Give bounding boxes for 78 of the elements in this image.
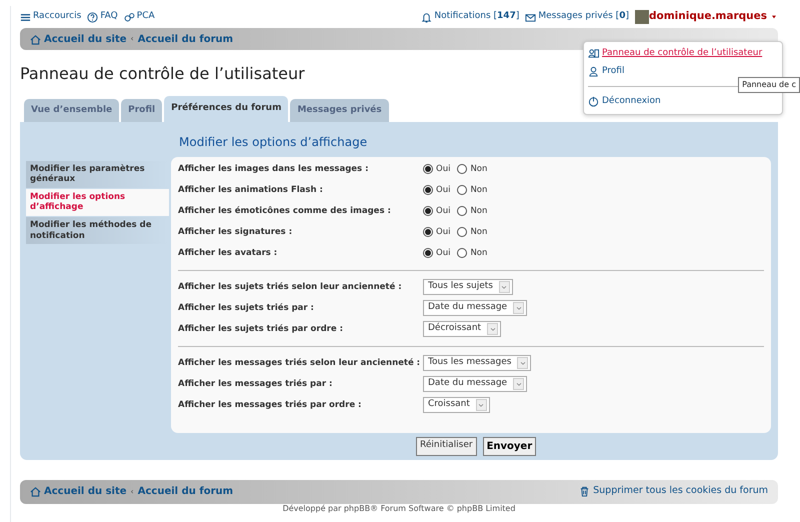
setting-label: Afficher les avatars :	[178, 248, 278, 258]
radio-button[interactable]	[457, 227, 468, 237]
header-link[interactable]: Raccourcis	[20, 10, 82, 24]
menu-item[interactable]: Profil	[588, 62, 778, 80]
radio-button[interactable]	[423, 206, 433, 216]
user-card-icon	[588, 48, 599, 60]
dropdown-select[interactable]: Tous les messages	[423, 355, 532, 371]
question-mark-icon	[87, 12, 98, 22]
option-label: Non	[470, 226, 488, 238]
chevron-down-icon	[514, 380, 523, 388]
tooltip: Panneau de c	[738, 77, 800, 93]
radio-button[interactable]	[457, 248, 468, 258]
notifications-link[interactable]: Notifications [147]	[421, 10, 520, 24]
user-icon	[588, 66, 599, 77]
setting-label: Afficher les sujets triés par :	[178, 302, 315, 314]
dropdown-select[interactable]: Croissant	[423, 397, 490, 413]
menu-item[interactable]: Panneau de contrôle de l’utilisateur	[588, 45, 778, 62]
page-title: Panneau de contrôle de l’utilisateur	[20, 64, 305, 84]
chevron-down-icon	[518, 359, 527, 367]
envelope-icon	[525, 12, 536, 22]
trash-icon	[579, 486, 590, 497]
setting-label: Afficher les images dans les messages :	[178, 164, 370, 174]
setting-label: Afficher les émoticônes comme des images :	[178, 206, 392, 216]
radio-button[interactable]	[423, 227, 433, 237]
breadcrumb-link[interactable]: Accueil du site	[30, 484, 127, 499]
breadcrumb-separator: ‹	[130, 33, 134, 45]
option-label: Oui	[436, 162, 450, 176]
home-icon	[30, 34, 41, 44]
radio-button[interactable]	[457, 185, 468, 195]
option-label: Non	[470, 204, 488, 218]
setting-label: Afficher les sujets triés par ordre :	[178, 324, 344, 334]
chevron-down-icon	[514, 304, 523, 312]
chevron-down-icon	[500, 283, 508, 291]
submit-button[interactable]: Envoyer	[482, 436, 536, 456]
option-label: Non	[470, 184, 488, 196]
dropdown-select[interactable]: Date du message	[423, 376, 528, 392]
tab[interactable]: Préférences du forum	[164, 96, 288, 122]
option-label: Oui	[436, 204, 450, 218]
option-label: Non	[470, 246, 488, 260]
dropdown-select[interactable]: Tous les sujets	[423, 279, 513, 295]
radio-button[interactable]	[423, 164, 433, 174]
radio-button[interactable]	[423, 185, 433, 195]
breadcrumb-link[interactable]: Accueil du site	[30, 32, 127, 46]
header-link[interactable]: FAQ	[87, 10, 118, 24]
messages-link[interactable]: Messages privés [0]	[525, 10, 629, 24]
setting-label: Afficher les sujets triés selon leur ancienneté :	[178, 282, 403, 292]
radio-button[interactable]	[423, 248, 433, 258]
dropdown-select[interactable]: Décroissant	[423, 321, 502, 337]
avatar-photo-placeholder	[634, 10, 649, 24]
breadcrumb-link[interactable]: Accueil du forum	[138, 484, 234, 499]
bell-icon	[421, 12, 432, 22]
delete-cookies-link[interactable]: Supprimer tous les cookies du forum	[579, 484, 768, 499]
setting-label: Afficher les messages triés par :	[178, 378, 334, 390]
menu-item[interactable]: Déconnexion	[588, 93, 778, 110]
setting-label: Afficher les signatures :	[178, 226, 294, 238]
setting-label: Afficher les animations Flash :	[178, 184, 324, 196]
username-link[interactable]: dominique.marques	[648, 9, 778, 25]
home-icon	[30, 486, 41, 497]
option-label: Oui	[436, 226, 450, 238]
dropdown-select[interactable]: Date du message	[423, 300, 528, 316]
radio-button[interactable]	[457, 164, 468, 174]
copyright-text: Développé par phpBB® Forum Software © phpBB Limited	[282, 504, 516, 512]
header-link[interactable]: PCA	[124, 10, 155, 24]
option-label: Non	[470, 162, 488, 176]
option-label: Oui	[436, 246, 450, 260]
power-icon	[588, 96, 599, 108]
radio-button[interactable]	[457, 206, 468, 216]
chevron-down-icon	[477, 401, 486, 409]
chevron-down-icon	[488, 325, 497, 333]
section-title: Modifier les options d’affichage	[179, 134, 368, 150]
setting-label: Afficher les messages triés selon leur ancienneté :	[178, 358, 422, 368]
breadcrumb-link[interactable]: Accueil du forum	[138, 32, 234, 46]
reset-button[interactable]: Réinitialiser	[416, 436, 477, 456]
setting-label: Afficher les messages triés par ordre :	[178, 400, 362, 410]
sidebar-item[interactable]: Modifier les options d’affichage	[26, 188, 169, 216]
breadcrumb-separator: ‹	[130, 486, 134, 498]
option-label: Oui	[436, 184, 450, 196]
menu-icon	[20, 12, 31, 22]
